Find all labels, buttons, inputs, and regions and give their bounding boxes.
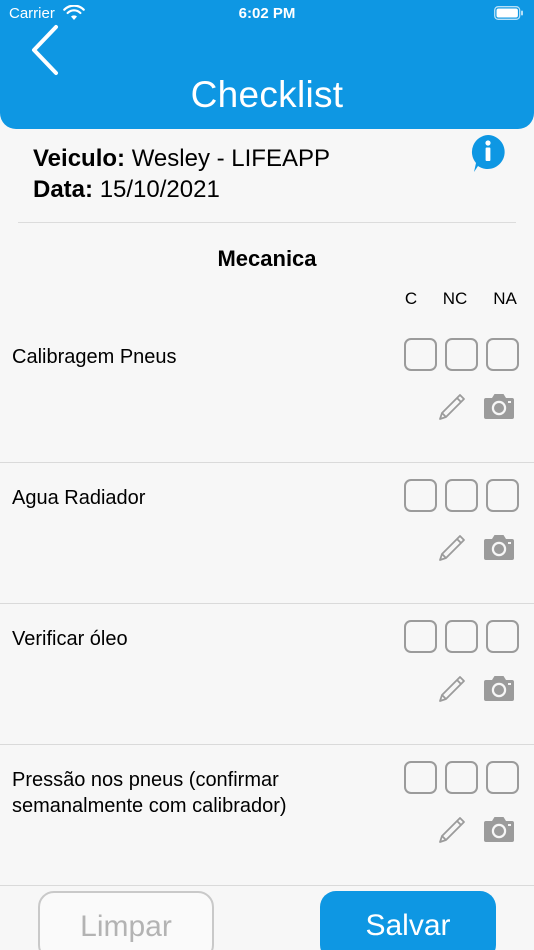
checklist-item: Calibragem Pneus [0,322,534,463]
camera-icon[interactable] [482,533,516,561]
pencil-icon[interactable] [436,811,470,845]
camera-icon[interactable] [482,392,516,420]
column-header-nc: NC [442,289,468,308]
divider [18,222,516,223]
vehicle-info: Veiculo: Wesley - LIFEAPP Data: 15/10/20… [33,143,330,205]
date-label: Data: [33,176,94,203]
back-chevron-icon[interactable] [26,24,66,76]
column-header-c: C [404,289,418,308]
checkbox-na[interactable] [486,338,519,371]
checkbox-na[interactable] [486,761,519,794]
pencil-icon[interactable] [436,670,470,704]
item-label: Pressão nos pneus (confirmar semanalment… [12,769,287,817]
vehicle-row: Veiculo: Wesley - LIFEAPP [33,143,330,174]
vehicle-label: Veiculo: [33,145,126,172]
info-icon[interactable] [470,134,506,174]
checklist-item: Agua Radiador [0,463,534,604]
battery-icon [494,6,523,20]
column-headers: C NC NA [0,289,534,309]
column-header-na: NA [493,289,517,308]
item-label: Agua Radiador [12,487,146,509]
date-row: Data: 15/10/2021 [33,174,330,205]
checkbox-nc[interactable] [445,338,478,371]
checkbox-nc[interactable] [445,479,478,512]
checkbox-c[interactable] [404,620,437,653]
camera-icon[interactable] [482,674,516,702]
checklist-item: Pressão nos pneus (confirmar semanalment… [0,745,534,886]
nav-header: Carrier 6:02 PM Checklist [0,0,534,129]
camera-icon[interactable] [482,815,516,843]
item-label: Verificar óleo [12,628,128,650]
checkbox-c[interactable] [404,761,437,794]
checkbox-nc[interactable] [445,620,478,653]
item-label: Calibragem Pneus [12,346,177,368]
status-time: 6:02 PM [238,5,296,22]
pencil-icon[interactable] [436,388,470,422]
vehicle-value: Wesley - LIFEAPP [131,145,330,172]
pencil-icon[interactable] [436,529,470,563]
save-button[interactable]: Salvar [320,891,496,950]
section-title: Mecanica [217,246,317,271]
page-title: Checklist [190,74,344,115]
checklist-item: Verificar óleo [0,604,534,745]
clear-button[interactable]: Limpar [38,891,214,950]
date-value: 15/10/2021 [99,176,220,203]
checkbox-na[interactable] [486,479,519,512]
checkbox-c[interactable] [404,479,437,512]
checkbox-c[interactable] [404,338,437,371]
checkbox-na[interactable] [486,620,519,653]
checkbox-nc[interactable] [445,761,478,794]
status-bar: Carrier 6:02 PM [0,0,534,28]
